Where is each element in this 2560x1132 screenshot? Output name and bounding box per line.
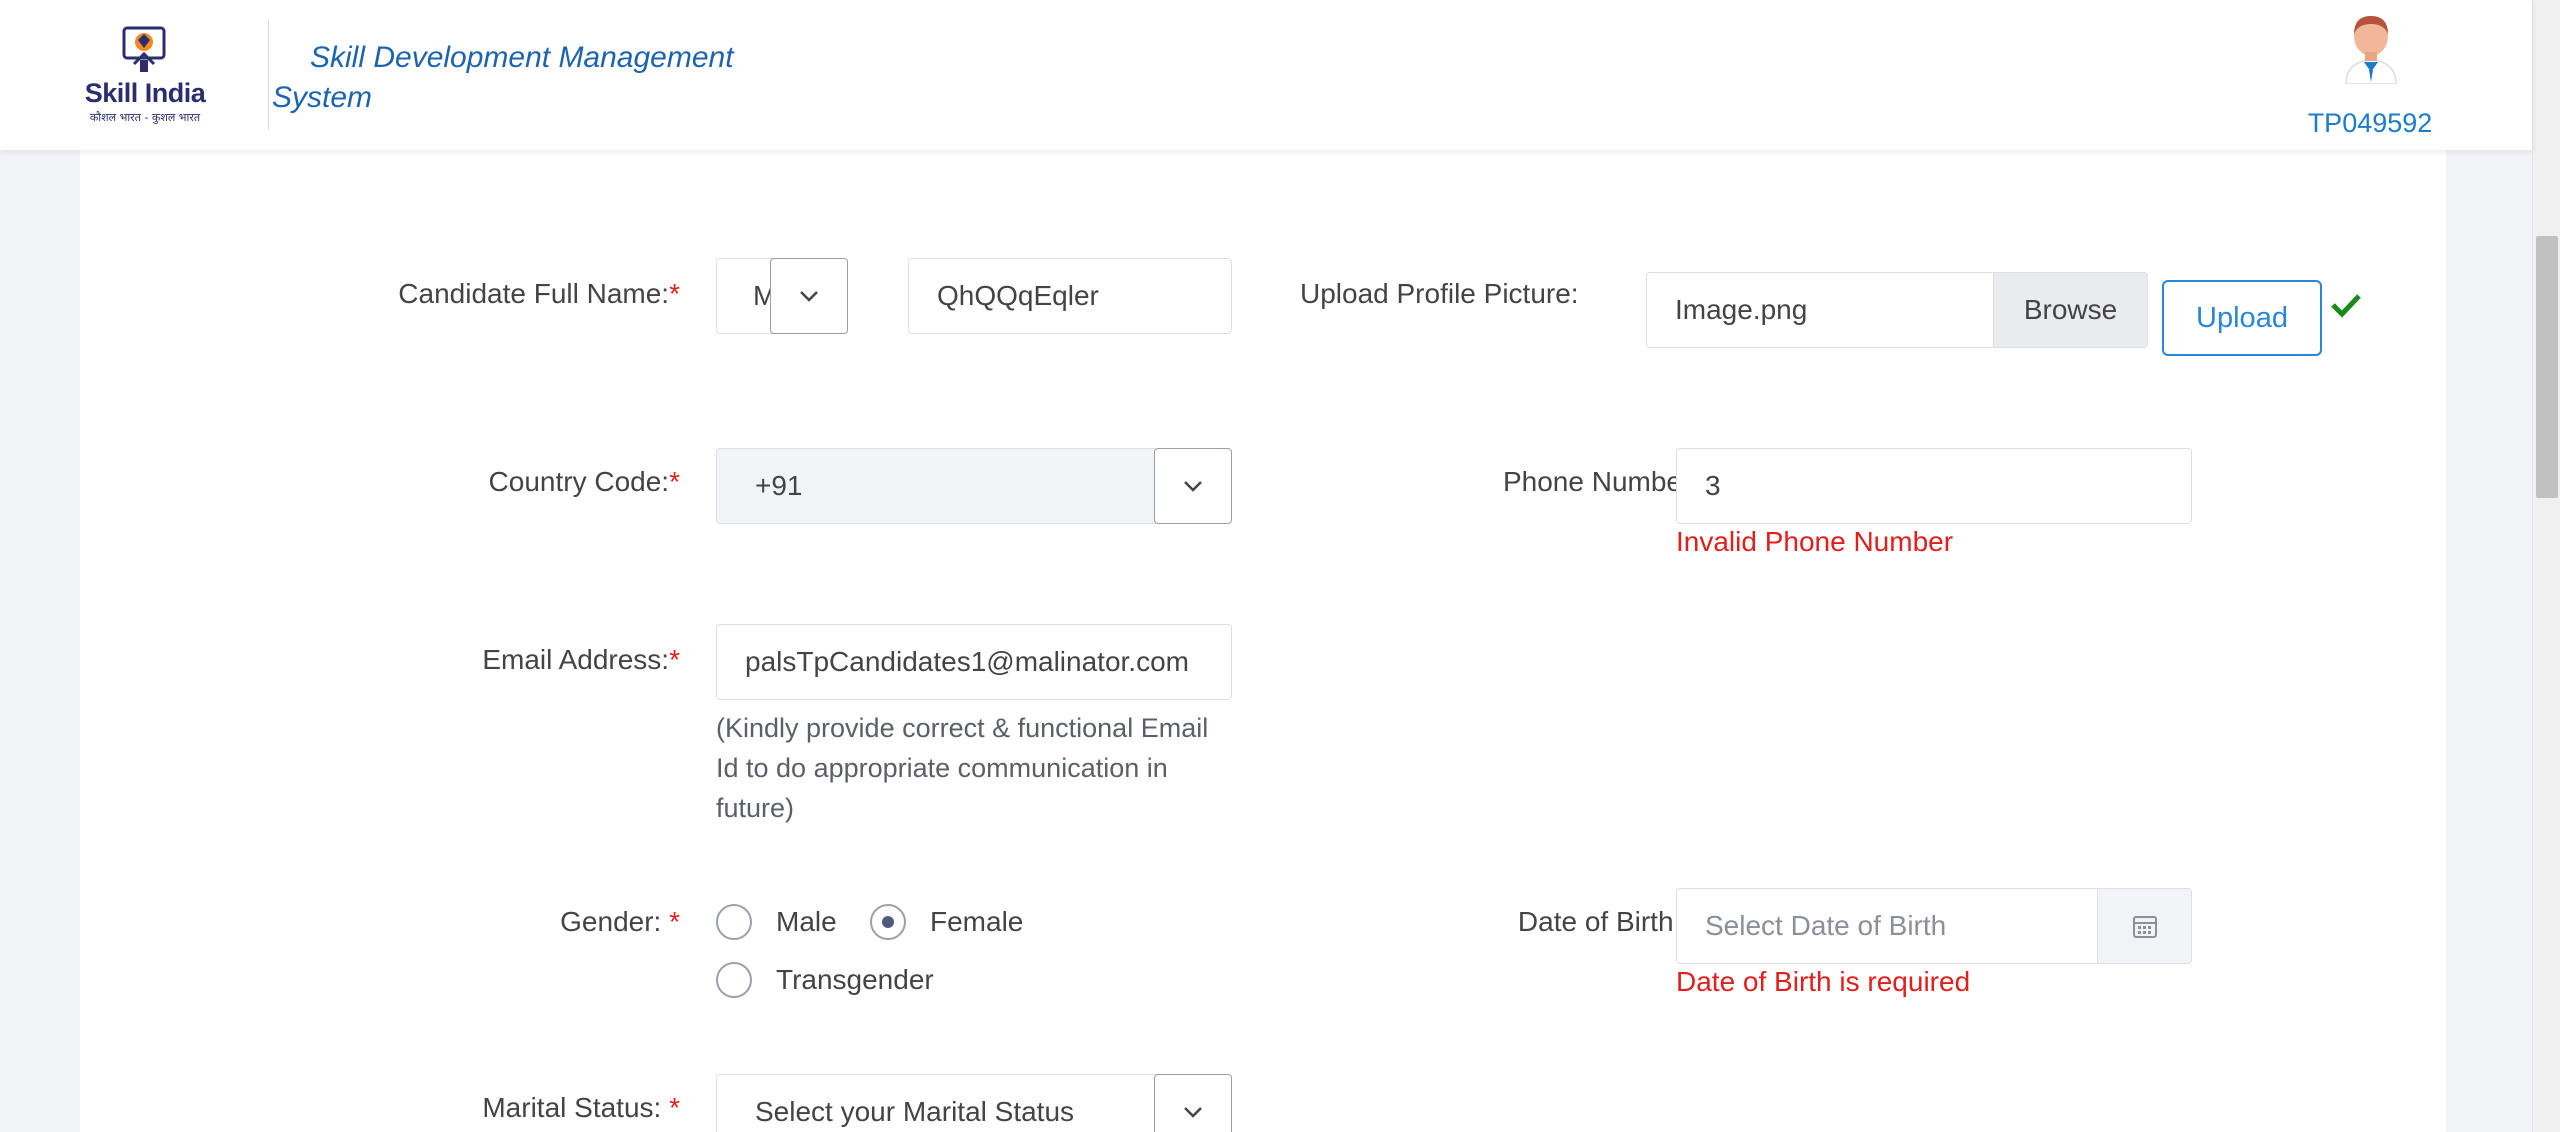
browse-button[interactable]: Browse [1994, 272, 2148, 348]
radio-circle[interactable] [716, 904, 752, 940]
app-header: Skill India कौशल भारत - कुशल भारत Skill … [0, 0, 2532, 150]
date-of-birth-error: Date of Birth is required [1676, 966, 1971, 997]
gender-option-female[interactable]: Female [870, 904, 1023, 940]
logo-subtext: कौशल भारत - कुशल भारत [89, 111, 201, 124]
required-marker: * [669, 644, 680, 675]
gender-option-male[interactable]: Male [716, 904, 837, 940]
check-icon [2331, 294, 2361, 318]
chevron-down-icon [1184, 481, 1202, 492]
chevron-down-icon [1184, 1107, 1202, 1118]
logo-text: Skill India [84, 78, 206, 108]
gender-option-label: Transgender [776, 964, 934, 995]
page-scrollbar[interactable] [2532, 0, 2560, 1132]
radio-circle[interactable] [716, 962, 752, 998]
chevron-down-icon [800, 291, 818, 302]
required-marker: * [669, 1092, 680, 1123]
phone-number-label: Phone Number:* [1300, 466, 1710, 498]
upload-profile-picture-label: Upload Profile Picture: [1300, 278, 1579, 309]
email-input[interactable]: palsTpCandidates1@malinator.com [716, 624, 1232, 700]
candidate-name-input[interactable]: QhQQqEqler [908, 258, 1232, 334]
gender-option-transgender[interactable]: Transgender [716, 962, 934, 998]
gender-label: Gender: * [560, 906, 680, 937]
candidate-form-card: Candidate Full Name:* M QhQQqEqler Uploa… [80, 150, 2446, 1132]
skill-india-logo[interactable]: Skill India कौशल भारत - कुशल भारत [80, 24, 210, 126]
scrollbar-thumb[interactable] [2536, 236, 2558, 498]
marital-status-dropdown-button[interactable] [1154, 1074, 1232, 1132]
email-value: palsTpCandidates1@malinator.com [745, 646, 1189, 677]
full-name-label: Candidate Full Name:* [398, 278, 680, 309]
email-hint: (Kindly provide correct & functional Ema… [716, 713, 1209, 823]
phone-number-value: 3 [1705, 470, 1721, 501]
candidate-name-value: QhQQqEqler [937, 280, 1099, 311]
user-avatar-icon[interactable] [2338, 12, 2404, 84]
date-of-birth-placeholder: Select Date of Birth [1705, 910, 1947, 941]
user-id[interactable]: TP049592 [2290, 108, 2450, 139]
phone-number-error: Invalid Phone Number [1676, 526, 1954, 557]
radio-circle-selected[interactable] [870, 904, 906, 940]
date-of-birth-input[interactable]: Select Date of Birth [1676, 888, 2098, 964]
calendar-button[interactable] [2098, 888, 2192, 964]
marital-status-placeholder: Select your Marital Status [755, 1096, 1075, 1127]
name-title-dropdown-button[interactable] [770, 258, 848, 334]
country-code-select[interactable]: +91 [716, 448, 1156, 524]
email-address-label: Email Address:* [482, 644, 680, 675]
required-marker: * [669, 278, 680, 309]
upload-button[interactable]: Upload [2162, 280, 2322, 356]
marital-status-select[interactable]: Select your Marital Status [716, 1074, 1156, 1132]
date-of-birth-label: Date of Birth: * [1300, 906, 1700, 938]
marital-status-label: Marital Status: * [482, 1092, 680, 1123]
gender-option-label: Male [776, 906, 837, 937]
app-title: Skill Development Management System [272, 41, 734, 114]
country-code-dropdown-button[interactable] [1154, 448, 1232, 524]
required-marker: * [669, 466, 680, 497]
country-code-label: Country Code:* [488, 466, 680, 497]
country-code-value: +91 [755, 470, 803, 501]
required-marker: * [669, 906, 680, 937]
calendar-icon [2132, 916, 2157, 938]
profile-picture-filename: Image.png [1675, 294, 1808, 325]
profile-picture-file-input[interactable]: Image.png [1646, 272, 1994, 348]
phone-number-input[interactable]: 3 [1676, 448, 2192, 524]
skill-india-emblem-icon [122, 26, 166, 72]
gender-option-label: Female [930, 906, 1024, 937]
header-divider [268, 20, 269, 130]
